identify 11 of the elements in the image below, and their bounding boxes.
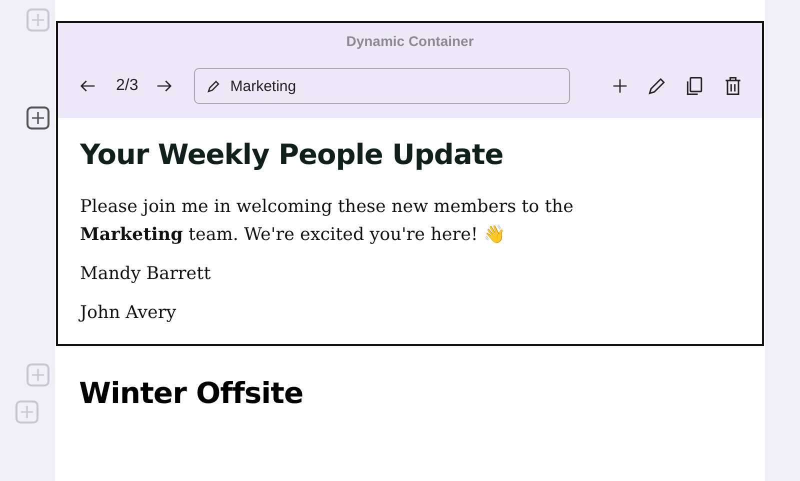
- name-field[interactable]: Marketing: [194, 68, 570, 104]
- welcome-paragraph: Please join me in welcoming these new members to the Marketing team. We're excited you're here! 👋: [80, 197, 574, 245]
- member-name: Mandy Barrett: [80, 263, 212, 286]
- section-heading: Winter Offsite: [79, 376, 304, 410]
- container-title: Dynamic Container: [345, 33, 475, 49]
- page-counter: 2/3: [116, 77, 138, 95]
- add-block-button[interactable]: [26, 106, 50, 130]
- edit-icon[interactable]: [646, 75, 668, 97]
- pencil-icon: [206, 78, 222, 94]
- member-name: John Avery: [80, 302, 178, 325]
- update-heading: Your Weekly People Update: [80, 138, 504, 171]
